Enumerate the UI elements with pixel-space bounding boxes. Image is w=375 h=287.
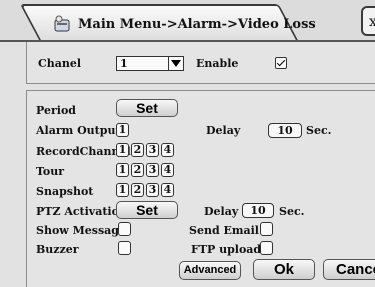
snapshot-3[interactable]: 3 bbox=[146, 183, 159, 197]
ptz-set-button[interactable]: Set bbox=[116, 201, 178, 219]
delay-unit: Sec. bbox=[306, 124, 332, 137]
channel-select-value: 1 bbox=[120, 57, 128, 70]
alarm-output-label: Alarm Output bbox=[36, 124, 121, 137]
advanced-button[interactable]: Advanced bbox=[179, 261, 241, 280]
video-loss-dialog: Main Menu->Alarm->Video Loss x Chanel 1 … bbox=[0, 0, 375, 287]
show-message-label: Show Message bbox=[36, 224, 126, 237]
snapshot-1[interactable]: 1 bbox=[116, 183, 129, 197]
enable-checkbox[interactable] bbox=[275, 57, 287, 69]
ftp-upload-checkbox[interactable] bbox=[260, 241, 273, 255]
delay2-input[interactable]: 10 bbox=[242, 203, 274, 218]
ok-button[interactable]: Ok bbox=[253, 259, 315, 280]
send-email-checkbox[interactable] bbox=[260, 222, 273, 236]
record-channel-4[interactable]: 4 bbox=[161, 143, 174, 157]
buzzer-label: Buzzer bbox=[36, 243, 79, 256]
close-icon: x bbox=[369, 14, 375, 30]
title-tab-content: Main Menu->Alarm->Video Loss bbox=[54, 10, 316, 38]
tour-4[interactable]: 4 bbox=[161, 163, 174, 177]
delay2-unit: Sec. bbox=[279, 205, 305, 218]
send-email-label: Send Email bbox=[189, 224, 259, 237]
alarm-output-group: 1 bbox=[116, 123, 129, 137]
ftp-upload-label: FTP upload bbox=[191, 243, 262, 256]
tour-label: Tour bbox=[36, 165, 65, 178]
snapshot-label: Snapshot bbox=[36, 185, 94, 198]
snapshot-group: 1 2 3 4 bbox=[116, 183, 174, 197]
page-title: Main Menu->Alarm->Video Loss bbox=[78, 16, 316, 32]
period-set-button[interactable]: Set bbox=[116, 99, 178, 117]
delay-label: Delay bbox=[206, 124, 241, 137]
record-channel-group: 1 2 3 4 bbox=[116, 143, 174, 157]
enable-label: Enable bbox=[196, 57, 239, 70]
tour-3[interactable]: 3 bbox=[146, 163, 159, 177]
tour-2[interactable]: 2 bbox=[131, 163, 144, 177]
tour-group: 1 2 3 4 bbox=[116, 163, 174, 177]
channel-select[interactable]: 1 bbox=[116, 56, 184, 71]
cancel-button[interactable]: Cancel bbox=[323, 259, 375, 280]
delay2-label: Delay bbox=[204, 205, 239, 218]
channel-label: Chanel bbox=[38, 57, 82, 70]
buzzer-checkbox[interactable] bbox=[118, 241, 131, 255]
snapshot-4[interactable]: 4 bbox=[161, 183, 174, 197]
tour-1[interactable]: 1 bbox=[116, 163, 129, 177]
record-channel-3[interactable]: 3 bbox=[146, 143, 159, 157]
period-label: Period bbox=[36, 104, 76, 117]
ptz-activation-label: PTZ Activation bbox=[36, 205, 127, 218]
show-message-checkbox[interactable] bbox=[118, 222, 131, 236]
close-button[interactable]: x bbox=[361, 6, 375, 36]
chevron-down-icon bbox=[168, 57, 183, 70]
delay-input[interactable]: 10 bbox=[268, 123, 302, 138]
record-channel-2[interactable]: 2 bbox=[131, 143, 144, 157]
alarm-output-1[interactable]: 1 bbox=[116, 123, 129, 137]
record-channel-1[interactable]: 1 bbox=[116, 143, 129, 157]
menu-icon bbox=[54, 15, 72, 33]
snapshot-2[interactable]: 2 bbox=[131, 183, 144, 197]
